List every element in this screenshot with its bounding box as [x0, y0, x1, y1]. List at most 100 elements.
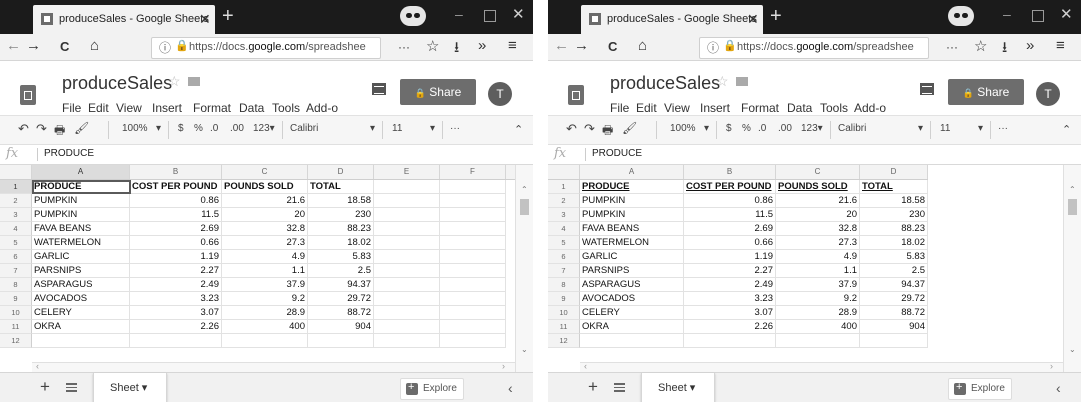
column-header[interactable]: A: [32, 165, 130, 179]
empty-cell[interactable]: [440, 278, 506, 292]
more-formats-button[interactable]: 123▾: [801, 123, 823, 134]
currency-format-button[interactable]: $: [178, 123, 184, 134]
scroll-down-icon[interactable]: ⌄: [1069, 345, 1076, 354]
column-header[interactable]: A: [580, 165, 684, 179]
currency-format-button[interactable]: $: [726, 123, 732, 134]
document-title[interactable]: produceSales: [610, 73, 720, 94]
row-header[interactable]: 6: [548, 250, 580, 264]
table-cell[interactable]: 2.27: [130, 264, 222, 278]
vertical-scrollbar[interactable]: ⌃ ⌄: [515, 165, 533, 372]
table-cell[interactable]: 27.3: [776, 236, 860, 250]
table-cell[interactable]: FAVA BEANS: [580, 222, 684, 236]
scroll-right-icon[interactable]: ›: [502, 361, 505, 371]
row-header[interactable]: 4: [0, 222, 32, 236]
empty-cell[interactable]: [440, 194, 506, 208]
page-actions-icon[interactable]: ···: [946, 40, 958, 54]
reload-icon[interactable]: C: [608, 39, 617, 54]
share-button[interactable]: 🔒 Share: [400, 79, 476, 105]
table-cell[interactable]: ASPARAGUS: [32, 278, 130, 292]
table-cell[interactable]: 1.19: [130, 250, 222, 264]
chevron-down-icon[interactable]: ▾: [704, 123, 709, 134]
table-cell[interactable]: GARLIC: [32, 250, 130, 264]
column-header[interactable]: B: [684, 165, 776, 179]
table-cell[interactable]: [860, 334, 928, 348]
row-header[interactable]: 11: [0, 320, 32, 334]
empty-cell[interactable]: [374, 334, 440, 348]
table-cell[interactable]: ASPARAGUS: [580, 278, 684, 292]
table-cell[interactable]: 29.72: [860, 292, 928, 306]
table-cell[interactable]: 4.9: [776, 250, 860, 264]
reload-icon[interactable]: C: [60, 39, 69, 54]
scroll-up-icon[interactable]: ⌃: [521, 185, 528, 194]
row-header[interactable]: 11: [548, 320, 580, 334]
column-header[interactable]: F: [440, 165, 506, 179]
table-cell[interactable]: 88.23: [308, 222, 374, 236]
table-cell[interactable]: 32.8: [776, 222, 860, 236]
chevron-down-icon[interactable]: ▾: [978, 123, 983, 134]
row-header[interactable]: 8: [548, 278, 580, 292]
scrollbar-thumb[interactable]: [520, 199, 529, 215]
menu-view[interactable]: View: [116, 101, 142, 115]
table-cell[interactable]: 11.5: [684, 208, 776, 222]
header-cell[interactable]: COST PER POUND: [130, 180, 222, 194]
table-cell[interactable]: PARSNIPS: [32, 264, 130, 278]
column-header[interactable]: C: [222, 165, 308, 179]
empty-cell[interactable]: [374, 264, 440, 278]
table-cell[interactable]: 32.8: [222, 222, 308, 236]
bookmark-star-icon[interactable]: ☆: [974, 37, 987, 55]
table-cell[interactable]: 0.66: [130, 236, 222, 250]
menu-file[interactable]: File: [610, 101, 629, 115]
menu-data[interactable]: Data: [787, 101, 812, 115]
horizontal-scrollbar[interactable]: ‹ ›: [580, 361, 1063, 372]
table-cell[interactable]: 28.9: [222, 306, 308, 320]
scroll-down-icon[interactable]: ⌄: [521, 345, 528, 354]
header-cell[interactable]: POUNDS SOLD: [222, 180, 308, 194]
empty-cell[interactable]: [440, 250, 506, 264]
decrease-decimal-button[interactable]: .0: [758, 123, 766, 134]
scrollbar-thumb[interactable]: [1068, 199, 1077, 215]
minimize-icon[interactable]: –: [455, 6, 463, 22]
table-cell[interactable]: 20: [776, 208, 860, 222]
spreadsheet-grid[interactable]: A B C D 1 PRODUCE COST PER POUND POUNDS SOL…: [548, 165, 1081, 372]
site-info-icon[interactable]: ⓘ: [159, 39, 171, 56]
menu-addons[interactable]: Add-o: [306, 101, 338, 115]
add-sheet-icon[interactable]: +: [40, 377, 50, 397]
comment-icon[interactable]: [920, 83, 934, 95]
table-cell[interactable]: 88.72: [860, 306, 928, 320]
row-header[interactable]: 3: [548, 208, 580, 222]
window-close-icon[interactable]: ✕: [1060, 5, 1073, 23]
table-cell[interactable]: 904: [308, 320, 374, 334]
chevron-down-icon[interactable]: ▾: [918, 123, 923, 134]
decrease-decimal-button[interactable]: .0: [210, 123, 218, 134]
table-cell[interactable]: 1.1: [776, 264, 860, 278]
table-cell[interactable]: 37.9: [776, 278, 860, 292]
row-header[interactable]: 7: [0, 264, 32, 278]
menu-edit[interactable]: Edit: [636, 101, 657, 115]
more-formats-button[interactable]: 123▾: [253, 123, 275, 134]
table-cell[interactable]: 1.1: [222, 264, 308, 278]
header-cell[interactable]: TOTAL: [860, 180, 928, 194]
font-size-select[interactable]: 11: [940, 123, 950, 134]
table-cell[interactable]: 21.6: [222, 194, 308, 208]
sheet-tab[interactable]: Sheet ▾: [93, 373, 167, 402]
chevron-down-icon[interactable]: ▾: [430, 123, 435, 134]
select-all-corner[interactable]: [0, 165, 32, 179]
table-cell[interactable]: 2.27: [684, 264, 776, 278]
table-cell[interactable]: 18.02: [308, 236, 374, 250]
scroll-left-icon[interactable]: ‹: [36, 361, 39, 371]
sheets-logo-icon[interactable]: [568, 85, 584, 105]
sheet-tab[interactable]: Sheet ▾: [641, 373, 715, 402]
row-header[interactable]: 5: [0, 236, 32, 250]
tab-close-icon[interactable]: ✕: [747, 11, 759, 28]
menu-format[interactable]: Format: [741, 101, 779, 115]
table-cell[interactable]: 2.69: [684, 222, 776, 236]
menu-tools[interactable]: Tools: [820, 101, 848, 115]
table-cell[interactable]: CELERY: [32, 306, 130, 320]
table-cell[interactable]: 400: [222, 320, 308, 334]
page-actions-icon[interactable]: ···: [398, 40, 410, 54]
table-cell[interactable]: 2.5: [860, 264, 928, 278]
spreadsheet-grid[interactable]: A B C D E F 1 PRODUCE COST PER POUND POUNDS…: [0, 165, 533, 372]
menu-format[interactable]: Format: [193, 101, 231, 115]
table-cell[interactable]: 27.3: [222, 236, 308, 250]
font-size-select[interactable]: 11: [392, 123, 402, 134]
